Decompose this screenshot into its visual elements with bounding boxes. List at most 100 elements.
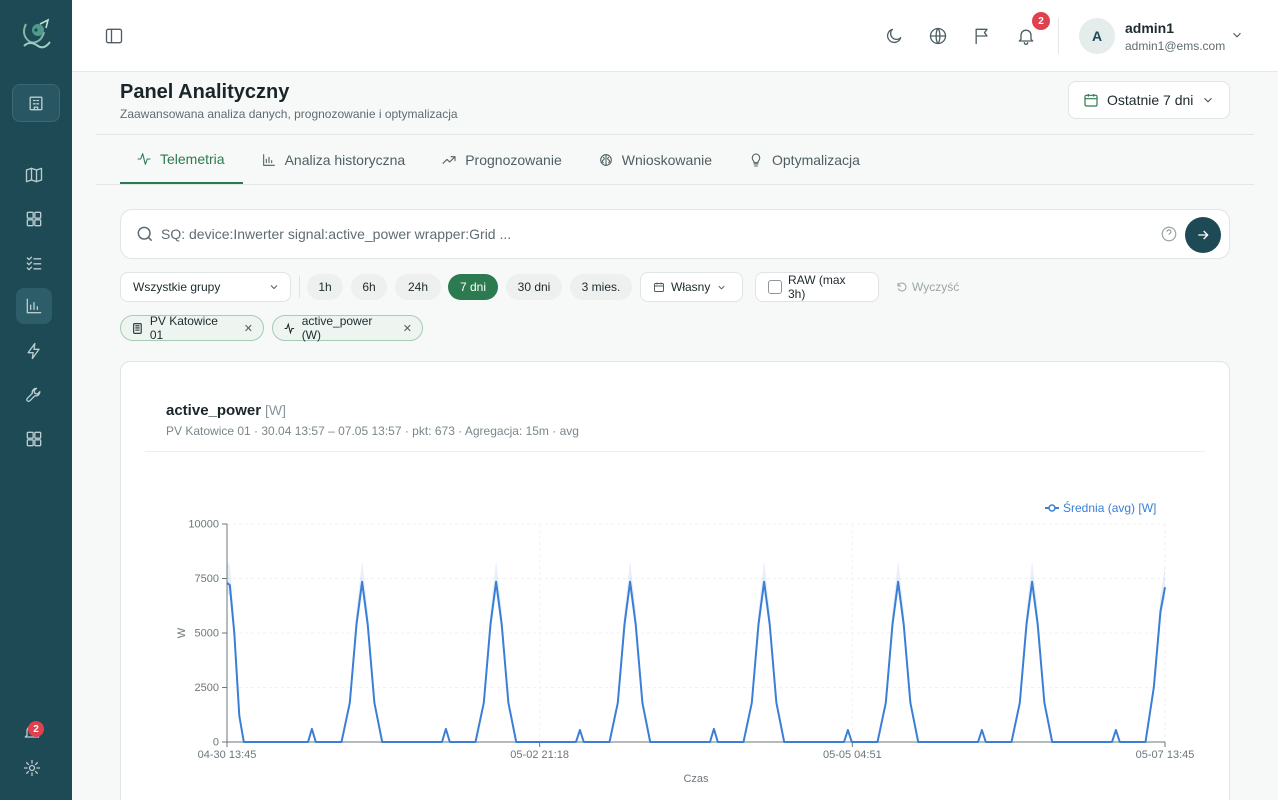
sidebar-item-tasks[interactable] [16,245,52,281]
page-title: Panel Analityczny [120,81,290,103]
line-chart[interactable]: 0 2500 5000 7500 10000 04-30 13:45 05-02 21:18… [121,362,1231,800]
wrench-icon [26,387,41,402]
range-3m-button[interactable]: 3 mies. [570,274,632,300]
language-button[interactable] [926,24,950,48]
y-tick-label: 10000 [188,519,219,531]
tab-optymalizacja[interactable]: Optymalizacja [730,136,878,184]
flag-button[interactable] [970,24,994,48]
notification-badge: 2 [1032,12,1050,30]
map-icon [25,167,43,183]
tab-analiza-historyczna[interactable]: Analiza historyczna [243,136,424,184]
avatar[interactable]: A [1079,18,1115,54]
sidebar-item-apps[interactable] [16,421,52,457]
sidebar: 2 [0,0,72,800]
tab-label: Telemetria [160,151,225,167]
x-tick-label: 04-30 13:45 [198,749,257,761]
header-divider [96,134,1254,135]
chip-remove-icon[interactable]: ✕ [244,322,253,335]
sidebar-toggle-icon [105,28,123,44]
raw-checkbox[interactable] [768,280,782,294]
tab-label: Wnioskowanie [621,152,712,168]
chip-remove-icon[interactable]: ✕ [403,322,412,335]
search-input[interactable] [161,210,1141,258]
user-name[interactable]: admin1 [1125,20,1174,36]
range-24h-button[interactable]: 24h [395,274,441,300]
grid-icon [26,431,42,447]
y-axis-label: W [176,627,188,638]
user-menu-chevron[interactable] [1230,28,1244,47]
calendar-icon [1084,94,1098,107]
x-tick-label: 05-02 21:18 [510,749,569,761]
sidebar-notification-badge: 2 [28,721,44,737]
trending-up-icon [442,156,456,164]
page-subtitle: Zaawansowana analiza danych, prognozowan… [120,107,458,121]
clear-label: Wyczyść [912,280,960,294]
sidebar-item-dashboard[interactable] [16,201,52,237]
search-submit-button[interactable] [1185,217,1221,253]
sidebar-item-tools[interactable] [16,377,52,413]
date-range-button[interactable]: Ostatnie 7 dni [1068,81,1230,119]
flag-icon [975,28,988,45]
building-icon [29,96,43,111]
search-icon [135,224,155,249]
y-tick-label: 0 [213,737,219,749]
legend-label: Średnia (avg) [W] [1063,500,1156,515]
group-select[interactable]: Wszystkie grupy [120,272,291,302]
theme-toggle-button[interactable] [882,24,906,48]
activity-icon [284,321,295,335]
topbar: 2 A admin1 admin1@ems.com [72,0,1278,72]
sidebar-item-buildings[interactable] [12,84,60,122]
tab-label: Prognozowanie [465,152,562,168]
range-6h-button[interactable]: 6h [351,274,387,300]
lightbulb-icon [751,153,761,167]
range-1h-button[interactable]: 1h [307,274,343,300]
moon-icon [886,28,902,44]
gear-icon [23,759,41,777]
chevron-down-icon [1204,97,1213,103]
x-axis-label: Czas [683,773,709,785]
globe-icon [929,27,947,45]
sidebar-toggle-button[interactable] [102,24,126,48]
custom-range-label: Własny [671,280,711,294]
bell-icon [1018,29,1034,45]
date-range-label: Ostatnie 7 dni [1107,92,1194,108]
sidebar-settings[interactable] [14,750,50,786]
raw-label: RAW (max 3h) [787,273,846,301]
tabs-divider [96,184,1254,185]
app-logo[interactable] [16,16,56,56]
range-7d-button[interactable]: 7 dni [448,274,498,300]
lightning-icon [27,342,40,360]
filter-bar: Wszystkie grupy 1h 6h 24h 7 dni 30 dni 3… [120,272,1240,302]
x-tick-label: 05-05 04:51 [823,749,882,761]
user-email: admin1@ems.com [1125,39,1226,53]
legend-marker [1048,504,1056,512]
dashboard-icon [26,211,42,227]
tab-bar: Telemetria Analiza historyczna Prognozow… [120,136,878,184]
help-icon[interactable] [1160,225,1178,248]
bar-chart-icon [26,298,42,314]
range-30d-button[interactable]: 30 dni [506,274,562,300]
bar-chart-icon [262,154,275,166]
raw-toggle[interactable]: RAW (max 3h) [755,272,879,302]
chip-signal: active_power (W) ✕ [272,314,423,342]
reset-icon [897,282,907,292]
sidebar-item-energy[interactable] [16,333,52,369]
x-tick-label: 05-07 13:45 [1136,749,1195,761]
tab-telemetria[interactable]: Telemetria [120,136,243,184]
clear-button[interactable]: Wyczyść [896,272,959,302]
y-tick-label: 7500 [195,573,219,585]
tab-wnioskowanie[interactable]: Wnioskowanie [580,136,730,184]
chart-card: active_power [W] PV Katowice 01 · 30.04 1… [120,361,1230,800]
tab-label: Analiza historyczna [284,152,406,168]
brain-icon [599,154,612,166]
query-search-box [120,209,1230,259]
chip-device: PV Katowice 01 ✕ [120,314,264,342]
custom-range-button[interactable]: Własny [640,272,743,302]
chevron-down-icon [718,285,725,290]
activity-icon [137,153,151,165]
tab-prognozowanie[interactable]: Prognozowanie [423,136,580,184]
chip-label: PV Katowice 01 [149,314,218,342]
chip-label: active_power (W) [301,314,373,342]
sidebar-item-map[interactable] [16,157,52,193]
sidebar-item-analytics[interactable] [16,288,52,324]
